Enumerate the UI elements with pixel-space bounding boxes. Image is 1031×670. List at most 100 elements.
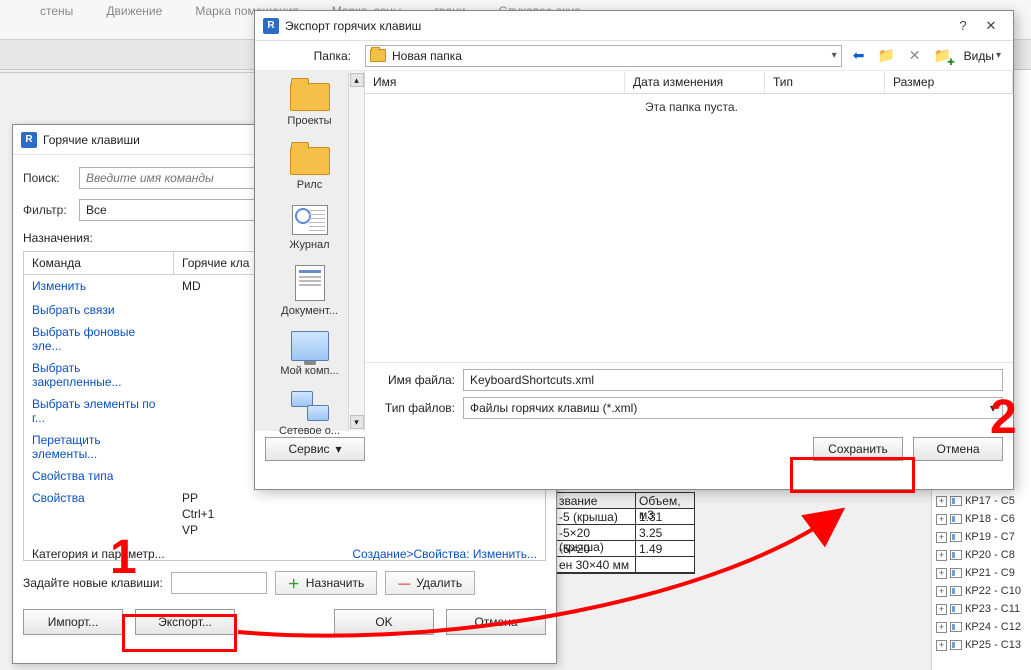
command-cell: Изменить (24, 275, 174, 297)
command-cell: Перетащить элементы... (24, 429, 174, 465)
expand-icon[interactable]: + (936, 550, 947, 561)
app-icon: R (21, 132, 37, 148)
import-button[interactable]: Импорт... (23, 609, 123, 635)
command-cell: Выбрать фоновые эле... (24, 321, 174, 357)
search-label: Поиск: (23, 171, 79, 185)
dialog-title: Горячие клавиши (43, 133, 140, 147)
sheet-icon (950, 496, 962, 506)
dialog-titlebar[interactable]: R Экспорт горячих клавиш ? ✕ (255, 11, 1013, 41)
folder-icon (370, 49, 386, 62)
remove-button[interactable]: —Удалить (385, 571, 475, 595)
folder-icon (290, 147, 330, 175)
file-area[interactable]: Имя Дата изменения Тип Размер Эта папка … (365, 71, 1013, 431)
scroll-down-icon[interactable]: ▾ (350, 415, 364, 429)
expand-icon[interactable]: + (936, 622, 947, 633)
filter-label: Фильтр: (23, 203, 79, 217)
expand-icon[interactable]: + (936, 532, 947, 543)
help-button[interactable]: ? (949, 15, 977, 37)
command-cell: Свойства (24, 487, 174, 509)
tree-item[interactable]: +КР25 - C13 (932, 636, 1031, 654)
chevron-down-icon: ▾ (990, 401, 996, 415)
sheet-icon (950, 532, 962, 542)
new-folder-icon[interactable]: 📁 (932, 45, 954, 67)
tree-item[interactable]: +КР23 - C11 (932, 600, 1031, 618)
command-cell: Выбрать элементы по г... (24, 393, 174, 429)
column-size[interactable]: Размер (885, 71, 1013, 93)
column-type[interactable]: Тип (765, 71, 885, 93)
comp-icon (291, 331, 329, 361)
column-command[interactable]: Команда (24, 252, 174, 274)
chevron-down-icon: ▾ (996, 50, 1001, 61)
hotkey-cell: PPCtrl+1VP (174, 487, 545, 543)
back-icon[interactable]: ⬅ (848, 45, 870, 67)
filename-label: Имя файла: (375, 373, 455, 387)
close-button[interactable]: ✕ (977, 15, 1005, 37)
tree-item[interactable]: +КР19 - C7 (932, 528, 1031, 546)
dialog-title: Экспорт горячих клавиш (285, 19, 421, 33)
tree-item[interactable]: +КР17 - C5 (932, 492, 1031, 510)
filename-input[interactable] (463, 369, 1003, 391)
cancel-button[interactable]: Отмена (446, 609, 546, 635)
app-icon: R (263, 18, 279, 34)
expand-icon[interactable]: + (936, 568, 947, 579)
export-dialog: R Экспорт горячих клавиш ? ✕ Папка: Нова… (254, 10, 1014, 490)
tree-item[interactable]: +КР22 - C10 (932, 582, 1031, 600)
filetype-label: Тип файлов: (375, 401, 455, 415)
command-cell: Выбрать связи (24, 299, 174, 321)
cancel-export-button[interactable]: Отмена (913, 437, 1003, 461)
place-label: Сетевое о... (279, 425, 340, 437)
command-cell: Свойства типа (24, 465, 174, 487)
command-cell: Выбрать закрепленные... (24, 357, 174, 393)
place-label: Проекты (287, 115, 331, 127)
sheet-icon (950, 514, 962, 524)
delete-icon[interactable]: ✕ (904, 45, 926, 67)
tree-item[interactable]: +КР18 - C6 (932, 510, 1031, 528)
place-label: Мой комп... (280, 365, 338, 377)
new-keys-label: Задайте новые клавиши: (23, 576, 163, 590)
grid-row[interactable]: СвойстваPPCtrl+1VP (24, 487, 545, 543)
save-button[interactable]: Сохранить (813, 437, 903, 461)
places-panel: ПроектыРилсЖурналДокумент...Мой комп...С… (255, 71, 365, 431)
expand-icon[interactable]: + (936, 640, 947, 651)
schedule-table: званиеОбъем, м3 -5 (крыша)1.31 -5×20 (кр… (555, 492, 695, 574)
category-link[interactable]: Категория и параметр... (32, 547, 165, 561)
minus-icon: — (398, 576, 410, 590)
sheet-icon (950, 622, 962, 632)
sheet-icon (950, 568, 962, 578)
empty-folder-message: Эта папка пуста. (365, 94, 1013, 114)
tree-item[interactable]: +КР21 - C9 (932, 564, 1031, 582)
folder-icon (290, 83, 330, 111)
sheet-icon (950, 550, 962, 560)
sheet-icon (950, 640, 962, 650)
column-date[interactable]: Дата изменения (625, 71, 765, 93)
places-scrollbar[interactable]: ▴ ▾ (348, 71, 364, 431)
filetype-select[interactable]: Файлы горячих клавиш (*.xml)▾ (463, 397, 1003, 419)
assign-button[interactable]: ＋Назначить (275, 571, 377, 595)
place-label: Рилс (297, 179, 322, 191)
column-name[interactable]: Имя (365, 71, 625, 93)
expand-icon[interactable]: + (936, 496, 947, 507)
tree-item[interactable]: +КР24 - C12 (932, 618, 1031, 636)
chevron-down-icon: ▾ (832, 50, 837, 61)
place-label: Журнал (289, 239, 329, 251)
scroll-up-icon[interactable]: ▴ (350, 73, 364, 87)
ok-button[interactable]: OK (334, 609, 434, 635)
expand-icon[interactable]: + (936, 604, 947, 615)
new-keys-input[interactable] (171, 572, 267, 594)
tree-item[interactable]: +КР20 - C8 (932, 546, 1031, 564)
journ-icon (292, 205, 328, 235)
expand-icon[interactable]: + (936, 514, 947, 525)
expand-icon[interactable]: + (936, 586, 947, 597)
net-icon (291, 391, 329, 421)
place-label: Документ... (281, 305, 338, 317)
sheet-icon (950, 604, 962, 614)
folder-select[interactable]: Новая папка ▾ (365, 45, 842, 67)
command-path: Создание>Свойства: Изменить... (352, 547, 537, 561)
doc-icon (295, 265, 325, 301)
up-folder-icon[interactable]: 📁 (876, 45, 898, 67)
sheet-icon (950, 586, 962, 596)
plus-icon: ＋ (288, 575, 300, 592)
views-dropdown[interactable]: Виды ▾ (960, 49, 1005, 63)
folder-label: Папка: (263, 49, 359, 63)
export-button[interactable]: Экспорт... (135, 609, 235, 635)
